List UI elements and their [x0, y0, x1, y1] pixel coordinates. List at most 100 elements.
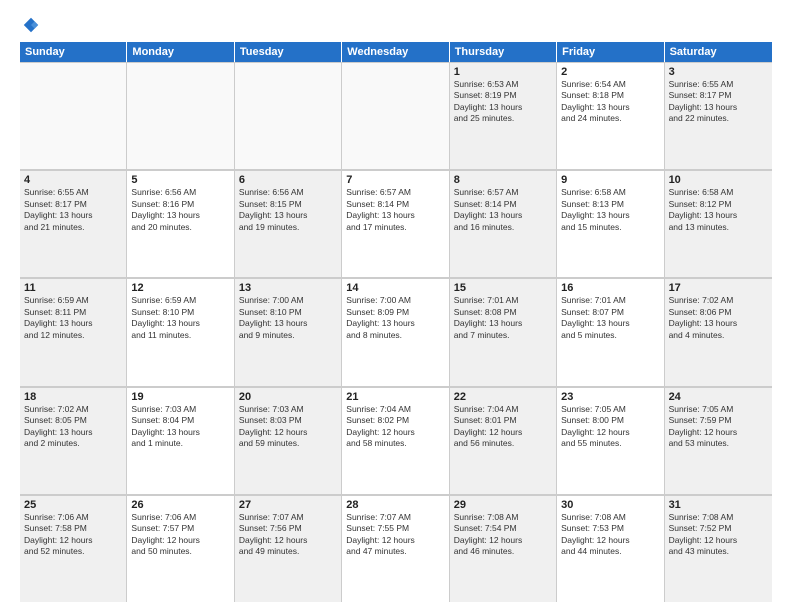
day-number: 18 [24, 391, 122, 403]
header-day-saturday: Saturday [665, 42, 772, 62]
calendar-header: SundayMondayTuesdayWednesdayThursdayFrid… [20, 42, 772, 62]
day-cell-3: 3Sunrise: 6:55 AM Sunset: 8:17 PM Daylig… [665, 62, 772, 169]
header-day-friday: Friday [557, 42, 664, 62]
header-day-wednesday: Wednesday [342, 42, 449, 62]
day-info: Sunrise: 7:08 AM Sunset: 7:52 PM Dayligh… [669, 512, 768, 558]
day-number: 4 [24, 174, 122, 186]
day-number: 20 [239, 391, 337, 403]
day-info: Sunrise: 6:56 AM Sunset: 8:15 PM Dayligh… [239, 187, 337, 233]
day-number: 29 [454, 499, 552, 511]
day-number: 31 [669, 499, 768, 511]
calendar: SundayMondayTuesdayWednesdayThursdayFrid… [20, 42, 772, 602]
day-info: Sunrise: 7:00 AM Sunset: 8:10 PM Dayligh… [239, 295, 337, 341]
day-cell-9: 9Sunrise: 6:58 AM Sunset: 8:13 PM Daylig… [557, 170, 664, 277]
day-number: 1 [454, 66, 552, 78]
day-info: Sunrise: 6:55 AM Sunset: 8:17 PM Dayligh… [24, 187, 122, 233]
day-cell-22: 22Sunrise: 7:04 AM Sunset: 8:01 PM Dayli… [450, 387, 557, 494]
day-cell-31: 31Sunrise: 7:08 AM Sunset: 7:52 PM Dayli… [665, 495, 772, 602]
day-cell-29: 29Sunrise: 7:08 AM Sunset: 7:54 PM Dayli… [450, 495, 557, 602]
day-cell-16: 16Sunrise: 7:01 AM Sunset: 8:07 PM Dayli… [557, 278, 664, 385]
day-cell-13: 13Sunrise: 7:00 AM Sunset: 8:10 PM Dayli… [235, 278, 342, 385]
day-cell-15: 15Sunrise: 7:01 AM Sunset: 8:08 PM Dayli… [450, 278, 557, 385]
day-number: 5 [131, 174, 229, 186]
day-info: Sunrise: 6:53 AM Sunset: 8:19 PM Dayligh… [454, 79, 552, 125]
day-number: 23 [561, 391, 659, 403]
day-info: Sunrise: 7:07 AM Sunset: 7:56 PM Dayligh… [239, 512, 337, 558]
day-info: Sunrise: 7:02 AM Sunset: 8:05 PM Dayligh… [24, 404, 122, 450]
day-cell-27: 27Sunrise: 7:07 AM Sunset: 7:56 PM Dayli… [235, 495, 342, 602]
day-number: 16 [561, 282, 659, 294]
day-info: Sunrise: 6:56 AM Sunset: 8:16 PM Dayligh… [131, 187, 229, 233]
day-cell-8: 8Sunrise: 6:57 AM Sunset: 8:14 PM Daylig… [450, 170, 557, 277]
day-number: 28 [346, 499, 444, 511]
day-info: Sunrise: 7:00 AM Sunset: 8:09 PM Dayligh… [346, 295, 444, 341]
empty-cell [127, 62, 234, 169]
day-cell-5: 5Sunrise: 6:56 AM Sunset: 8:16 PM Daylig… [127, 170, 234, 277]
day-cell-17: 17Sunrise: 7:02 AM Sunset: 8:06 PM Dayli… [665, 278, 772, 385]
day-info: Sunrise: 7:01 AM Sunset: 8:08 PM Dayligh… [454, 295, 552, 341]
day-info: Sunrise: 6:59 AM Sunset: 8:11 PM Dayligh… [24, 295, 122, 341]
day-info: Sunrise: 7:05 AM Sunset: 8:00 PM Dayligh… [561, 404, 659, 450]
calendar-row-3: 18Sunrise: 7:02 AM Sunset: 8:05 PM Dayli… [20, 387, 772, 495]
day-cell-7: 7Sunrise: 6:57 AM Sunset: 8:14 PM Daylig… [342, 170, 449, 277]
day-cell-30: 30Sunrise: 7:08 AM Sunset: 7:53 PM Dayli… [557, 495, 664, 602]
day-info: Sunrise: 7:08 AM Sunset: 7:54 PM Dayligh… [454, 512, 552, 558]
calendar-row-1: 4Sunrise: 6:55 AM Sunset: 8:17 PM Daylig… [20, 170, 772, 278]
day-number: 15 [454, 282, 552, 294]
empty-cell [20, 62, 127, 169]
day-number: 22 [454, 391, 552, 403]
day-number: 10 [669, 174, 768, 186]
day-info: Sunrise: 7:04 AM Sunset: 8:01 PM Dayligh… [454, 404, 552, 450]
day-cell-19: 19Sunrise: 7:03 AM Sunset: 8:04 PM Dayli… [127, 387, 234, 494]
day-number: 7 [346, 174, 444, 186]
day-info: Sunrise: 7:05 AM Sunset: 7:59 PM Dayligh… [669, 404, 768, 450]
day-cell-24: 24Sunrise: 7:05 AM Sunset: 7:59 PM Dayli… [665, 387, 772, 494]
logo-icon [22, 16, 40, 34]
day-cell-12: 12Sunrise: 6:59 AM Sunset: 8:10 PM Dayli… [127, 278, 234, 385]
day-cell-18: 18Sunrise: 7:02 AM Sunset: 8:05 PM Dayli… [20, 387, 127, 494]
day-info: Sunrise: 7:08 AM Sunset: 7:53 PM Dayligh… [561, 512, 659, 558]
logo [20, 16, 40, 34]
day-info: Sunrise: 7:06 AM Sunset: 7:58 PM Dayligh… [24, 512, 122, 558]
day-info: Sunrise: 6:54 AM Sunset: 8:18 PM Dayligh… [561, 79, 659, 125]
header-day-sunday: Sunday [20, 42, 127, 62]
calendar-body: 1Sunrise: 6:53 AM Sunset: 8:19 PM Daylig… [20, 62, 772, 602]
day-number: 30 [561, 499, 659, 511]
day-number: 14 [346, 282, 444, 294]
day-number: 11 [24, 282, 122, 294]
header-day-thursday: Thursday [450, 42, 557, 62]
empty-cell [342, 62, 449, 169]
day-number: 19 [131, 391, 229, 403]
day-cell-4: 4Sunrise: 6:55 AM Sunset: 8:17 PM Daylig… [20, 170, 127, 277]
day-number: 24 [669, 391, 768, 403]
day-cell-1: 1Sunrise: 6:53 AM Sunset: 8:19 PM Daylig… [450, 62, 557, 169]
day-info: Sunrise: 7:01 AM Sunset: 8:07 PM Dayligh… [561, 295, 659, 341]
day-cell-10: 10Sunrise: 6:58 AM Sunset: 8:12 PM Dayli… [665, 170, 772, 277]
day-number: 25 [24, 499, 122, 511]
day-cell-28: 28Sunrise: 7:07 AM Sunset: 7:55 PM Dayli… [342, 495, 449, 602]
day-cell-25: 25Sunrise: 7:06 AM Sunset: 7:58 PM Dayli… [20, 495, 127, 602]
day-info: Sunrise: 6:57 AM Sunset: 8:14 PM Dayligh… [346, 187, 444, 233]
calendar-row-2: 11Sunrise: 6:59 AM Sunset: 8:11 PM Dayli… [20, 278, 772, 386]
day-number: 2 [561, 66, 659, 78]
empty-cell [235, 62, 342, 169]
day-info: Sunrise: 7:04 AM Sunset: 8:02 PM Dayligh… [346, 404, 444, 450]
day-info: Sunrise: 7:02 AM Sunset: 8:06 PM Dayligh… [669, 295, 768, 341]
day-number: 6 [239, 174, 337, 186]
header-day-monday: Monday [127, 42, 234, 62]
day-cell-21: 21Sunrise: 7:04 AM Sunset: 8:02 PM Dayli… [342, 387, 449, 494]
day-number: 21 [346, 391, 444, 403]
day-cell-26: 26Sunrise: 7:06 AM Sunset: 7:57 PM Dayli… [127, 495, 234, 602]
day-info: Sunrise: 7:06 AM Sunset: 7:57 PM Dayligh… [131, 512, 229, 558]
day-cell-20: 20Sunrise: 7:03 AM Sunset: 8:03 PM Dayli… [235, 387, 342, 494]
day-info: Sunrise: 7:03 AM Sunset: 8:04 PM Dayligh… [131, 404, 229, 450]
day-number: 17 [669, 282, 768, 294]
day-number: 9 [561, 174, 659, 186]
day-cell-11: 11Sunrise: 6:59 AM Sunset: 8:11 PM Dayli… [20, 278, 127, 385]
day-cell-23: 23Sunrise: 7:05 AM Sunset: 8:00 PM Dayli… [557, 387, 664, 494]
day-cell-14: 14Sunrise: 7:00 AM Sunset: 8:09 PM Dayli… [342, 278, 449, 385]
header-day-tuesday: Tuesday [235, 42, 342, 62]
day-info: Sunrise: 6:58 AM Sunset: 8:13 PM Dayligh… [561, 187, 659, 233]
day-info: Sunrise: 6:55 AM Sunset: 8:17 PM Dayligh… [669, 79, 768, 125]
day-number: 13 [239, 282, 337, 294]
